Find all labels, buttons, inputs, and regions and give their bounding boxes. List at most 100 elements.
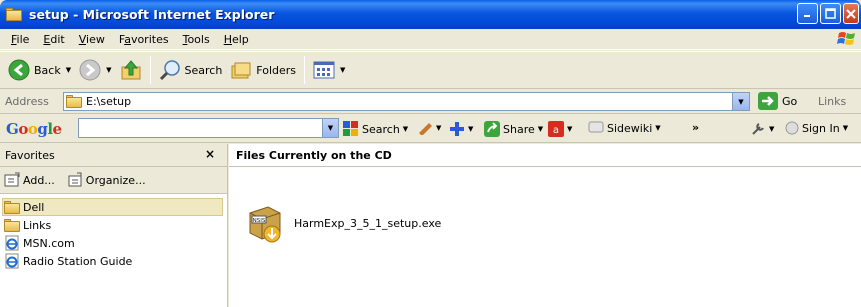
organize-icon xyxy=(68,172,82,187)
overflow-label: » xyxy=(692,121,700,134)
favorites-item-label: Links xyxy=(23,218,52,232)
organize-favorites-button[interactable]: Organize... xyxy=(67,172,146,188)
go-label: Go xyxy=(782,94,798,108)
favorites-header: Favorites × xyxy=(0,144,227,167)
chevron-down-icon: ▼ xyxy=(327,124,334,132)
nsis-installer-icon: NSIS xyxy=(249,206,281,243)
google-search-button[interactable]: Search ▼ xyxy=(343,121,408,137)
svg-text:NSIS: NSIS xyxy=(253,218,266,224)
favorites-panel: Favorites × Add... Organize... Dell Link… xyxy=(0,144,228,307)
menu-edit[interactable]: Edit xyxy=(36,33,71,46)
address-value: E:\setup xyxy=(86,95,132,108)
window-title: setup - Microsoft Internet Explorer xyxy=(29,7,275,22)
views-button[interactable]: ▼ xyxy=(309,55,349,85)
chevron-down-icon: ▼ xyxy=(567,125,573,133)
pencil-bookmark-icon xyxy=(419,123,432,135)
up-folder-icon xyxy=(121,60,140,80)
chevron-down-icon[interactable]: ▼ xyxy=(106,66,111,74)
share-button[interactable]: Share ▼ xyxy=(484,121,543,137)
google-search-input[interactable] xyxy=(78,118,323,138)
heading-divider xyxy=(229,166,861,167)
chevron-down-icon: ▼ xyxy=(655,124,661,132)
close-button[interactable] xyxy=(843,3,859,24)
maximize-button[interactable] xyxy=(820,3,841,24)
plus-icon xyxy=(450,122,464,136)
folders-icon xyxy=(231,62,251,79)
extras-button[interactable]: ▼ xyxy=(449,121,473,137)
address-label: Address xyxy=(5,95,49,108)
back-button[interactable]: Back ▼ xyxy=(4,55,75,85)
google-search-icon xyxy=(343,121,358,136)
favorites-item-dell[interactable]: Dell xyxy=(2,198,223,216)
go-button[interactable]: Go xyxy=(758,92,797,110)
signin-label: Sign In xyxy=(802,121,840,135)
organize-label: Organize... xyxy=(85,173,146,187)
menu-view[interactable]: View xyxy=(72,33,112,46)
file-name: HarmExp_3_5_1_setup.exe xyxy=(294,216,442,230)
favorites-item-links[interactable]: Links xyxy=(0,216,227,234)
close-icon xyxy=(846,8,856,19)
chevron-down-icon: ▼ xyxy=(738,97,744,106)
wrench-icon xyxy=(752,123,764,135)
sidewiki-label: Sidewiki xyxy=(607,121,653,135)
toolbar-separator xyxy=(149,56,151,84)
share-label: Share xyxy=(503,122,535,136)
translate-icon: a xyxy=(548,121,564,137)
folders-button[interactable]: Folders xyxy=(226,55,300,85)
up-folder-button[interactable] xyxy=(116,55,146,85)
menu-file[interactable]: File xyxy=(4,33,36,46)
address-dropdown-button[interactable]: ▼ xyxy=(732,93,749,110)
favorites-item-radio[interactable]: Radio Station Guide xyxy=(0,252,227,270)
google-logo[interactable]: Google xyxy=(6,120,62,138)
signin-circle-icon xyxy=(785,121,799,135)
close-icon[interactable]: × xyxy=(205,147,215,161)
overflow-button[interactable]: » xyxy=(692,121,699,134)
bookmark-button[interactable]: ▼ xyxy=(417,121,441,135)
add-favorite-button[interactable]: Add... xyxy=(4,172,55,188)
chevron-down-icon: ▼ xyxy=(769,125,775,133)
forward-button[interactable]: ▼ xyxy=(75,55,115,85)
search-button[interactable]: Search xyxy=(155,55,227,85)
chevron-down-icon[interactable]: ▼ xyxy=(66,66,71,74)
search-icon xyxy=(159,60,180,81)
chevron-down-icon[interactable]: ▼ xyxy=(403,125,408,133)
favorites-actions: Add... Organize... xyxy=(0,167,227,194)
folder-icon xyxy=(6,7,24,22)
svg-text:a: a xyxy=(553,125,559,136)
folder-icon xyxy=(4,218,20,232)
settings-button[interactable]: ▼ xyxy=(750,121,774,137)
menu-help[interactable]: Help xyxy=(217,33,256,46)
favorites-item-msn[interactable]: MSN.com xyxy=(0,234,227,252)
title-bar: setup - Microsoft Internet Explorer xyxy=(0,0,861,29)
chevron-down-icon: ▼ xyxy=(842,124,849,132)
file-item[interactable]: NSIS HarmExp_3_5_1_setup.exe xyxy=(246,201,441,245)
chevron-down-icon[interactable]: ▼ xyxy=(340,66,345,74)
folder-icon xyxy=(4,200,20,214)
favorites-item-label: Radio Station Guide xyxy=(23,254,133,268)
search-label: Search xyxy=(184,63,223,77)
maximize-icon xyxy=(825,8,836,19)
share-icon xyxy=(484,121,500,137)
links-toolbar[interactable]: Links xyxy=(818,95,846,108)
go-arrow-icon xyxy=(758,92,778,110)
translate-button[interactable]: a ▼ xyxy=(548,121,572,137)
add-favorite-icon xyxy=(4,172,20,187)
toolbar-separator xyxy=(304,56,306,84)
address-input[interactable]: E:\setup ▼ xyxy=(63,92,750,111)
favorites-item-label: MSN.com xyxy=(23,236,75,250)
favorites-item-label: Dell xyxy=(23,200,45,214)
sidewiki-button[interactable]: Sidewiki ▼ xyxy=(588,121,661,135)
menu-favorites[interactable]: Favorites xyxy=(112,33,176,46)
menu-tools[interactable]: Tools xyxy=(176,33,217,46)
views-icon xyxy=(313,61,335,79)
folders-label: Folders xyxy=(256,63,297,77)
main-content: Files Currently on the CD NSIS HarmExp_3… xyxy=(229,144,861,307)
minimize-button[interactable] xyxy=(797,3,818,24)
favorites-title: Favorites xyxy=(5,148,55,162)
google-search-dropdown[interactable]: ▼ xyxy=(323,118,339,138)
add-label: Add... xyxy=(23,173,55,187)
sidewiki-icon xyxy=(588,121,604,133)
address-bar: Address E:\setup ▼ Go Links xyxy=(0,90,861,114)
windows-flag-icon xyxy=(837,32,855,45)
signin-button[interactable]: Sign In ▼ xyxy=(785,121,848,135)
